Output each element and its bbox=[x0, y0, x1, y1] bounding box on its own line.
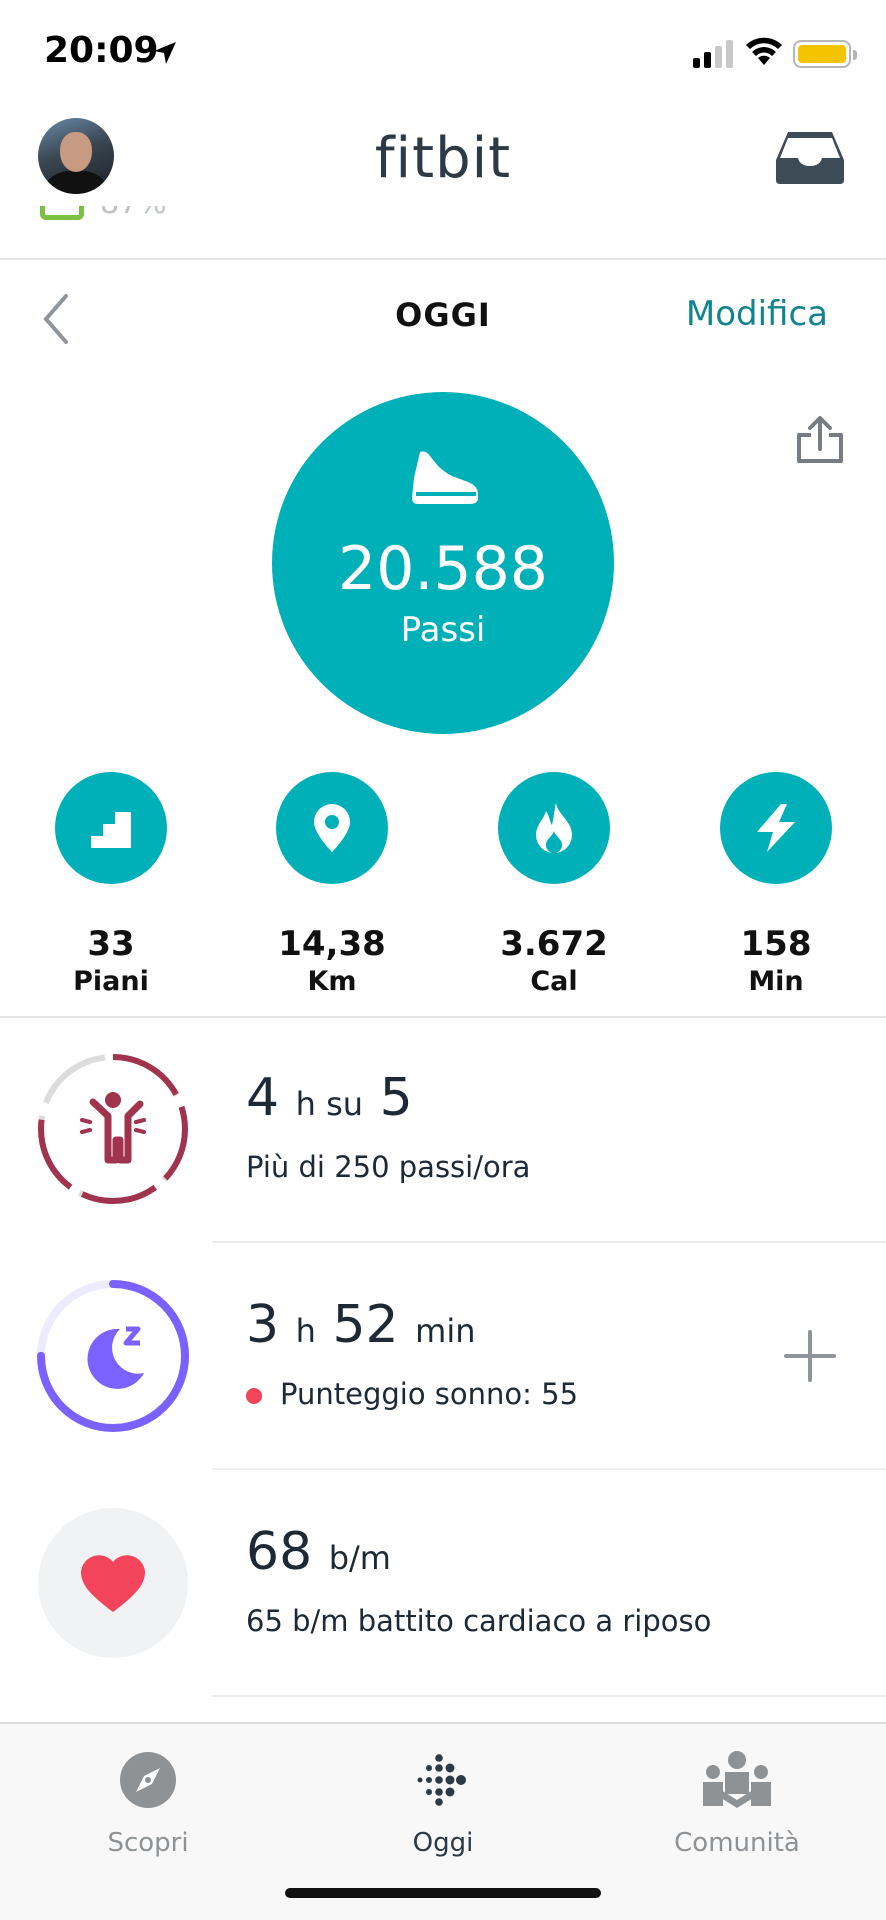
status-time: 20:09 bbox=[44, 30, 159, 71]
app-header: fitbit bbox=[0, 100, 886, 210]
today-nav: OGGI Modifica bbox=[0, 262, 886, 372]
tab-community[interactable]: Comunità bbox=[637, 1750, 837, 1858]
stat-unit: Min bbox=[748, 966, 804, 997]
hourly-subtitle: Più di 250 passi/ora bbox=[246, 1150, 531, 1184]
fitbit-dots-icon bbox=[417, 1754, 466, 1806]
moon-icon bbox=[87, 1326, 144, 1389]
compass-icon bbox=[120, 1752, 176, 1808]
tab-today[interactable]: Oggi bbox=[343, 1750, 543, 1858]
steps-label: Passi bbox=[400, 610, 486, 650]
cellular-signal-icon bbox=[693, 40, 733, 68]
stat-value: 33 bbox=[87, 924, 135, 964]
home-indicator bbox=[285, 1888, 601, 1898]
stat-floors[interactable]: 33 Piani bbox=[55, 772, 167, 997]
stat-calories[interactable]: 3.672 Cal bbox=[498, 772, 610, 997]
heart-circle bbox=[38, 1508, 188, 1658]
person-arms-up-icon bbox=[80, 1092, 146, 1164]
shoe-icon bbox=[412, 451, 478, 504]
location-pin-icon bbox=[276, 772, 388, 884]
flame-icon bbox=[498, 772, 610, 884]
device-battery-percent: 87% bbox=[100, 206, 167, 221]
tab-discover[interactable]: Scopri bbox=[48, 1750, 248, 1858]
steps-circle[interactable]: 20.588 Passi bbox=[272, 392, 614, 734]
hourly-progress-ring bbox=[38, 1054, 188, 1204]
tab-label: Oggi bbox=[412, 1828, 474, 1858]
hourly-activity-row[interactable]: 4 h su 5 Più di 250 passi/ora bbox=[0, 1018, 886, 1243]
heart-rate-value: 68 b/m bbox=[246, 1522, 391, 1582]
tab-label: Scopri bbox=[107, 1828, 189, 1858]
resting-heart-rate: 65 b/m battito cardiaco a riposo bbox=[246, 1604, 712, 1638]
edit-button[interactable]: Modifica bbox=[686, 294, 828, 334]
device-battery-strip[interactable]: 87% bbox=[0, 206, 886, 260]
inbox-icon[interactable] bbox=[774, 130, 846, 186]
battery-icon bbox=[793, 40, 857, 68]
heart-icon bbox=[81, 1555, 145, 1612]
add-sleep-button[interactable] bbox=[784, 1330, 836, 1382]
stat-value: 3.672 bbox=[500, 924, 608, 964]
sleep-row[interactable]: 3 h 52 min Punteggio sonno: 55 bbox=[0, 1245, 886, 1470]
stairs-icon bbox=[55, 772, 167, 884]
sleep-progress-ring bbox=[37, 1280, 189, 1432]
fitbit-logo: fitbit bbox=[374, 126, 512, 191]
lightning-icon bbox=[720, 772, 832, 884]
status-bar: 20:09 bbox=[0, 0, 886, 100]
stat-active-minutes[interactable]: 158 Min bbox=[720, 772, 832, 997]
device-battery-icon bbox=[40, 206, 84, 220]
share-icon[interactable] bbox=[795, 415, 845, 465]
wifi-icon bbox=[746, 37, 782, 65]
stat-distance[interactable]: 14,38 Km bbox=[276, 772, 388, 997]
stat-unit: Km bbox=[307, 966, 357, 997]
location-arrow-icon bbox=[154, 42, 176, 64]
community-icon bbox=[703, 1751, 771, 1808]
hourly-value: 4 h su 5 bbox=[246, 1068, 413, 1128]
stat-value: 14,38 bbox=[278, 924, 386, 964]
stat-unit: Piani bbox=[73, 966, 149, 997]
sleep-duration: 3 h 52 min bbox=[246, 1295, 476, 1355]
sleep-score-dot bbox=[246, 1388, 262, 1404]
stat-value: 158 bbox=[740, 924, 812, 964]
steps-value: 20.588 bbox=[338, 534, 548, 604]
tab-label: Comunità bbox=[674, 1828, 800, 1858]
heart-rate-row[interactable]: 68 b/m 65 b/m battito cardiaco a riposo bbox=[0, 1472, 886, 1697]
stat-unit: Cal bbox=[530, 966, 578, 997]
sleep-score: Punteggio sonno: 55 bbox=[246, 1377, 578, 1411]
